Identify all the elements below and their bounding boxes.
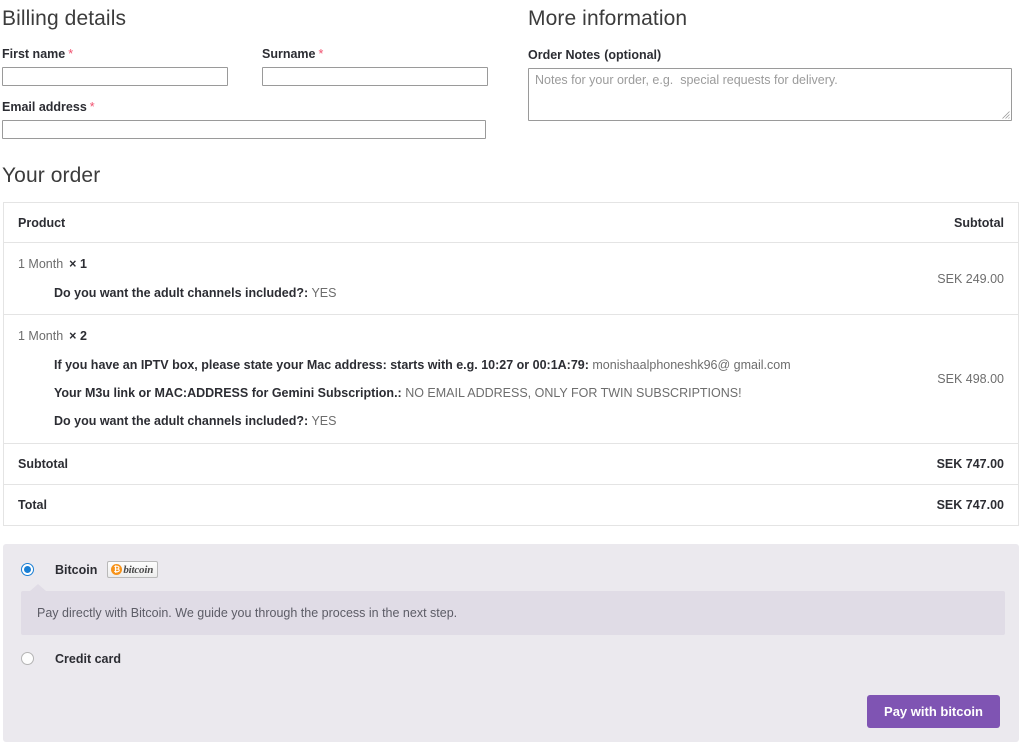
surname-input[interactable]	[262, 67, 488, 87]
order-item-meta: Do you want the adult channels included?…	[54, 285, 826, 301]
surname-field-group: Surname *	[262, 47, 488, 87]
first-name-label-text: First name	[2, 47, 66, 62]
more-information-heading: More information	[528, 7, 688, 30]
order-item-subtotal: SEK 498.00	[840, 314, 1019, 444]
order-item-meta: If you have an IPTV box, please state yo…	[54, 357, 826, 373]
order-notes-label-text: Order Notes	[528, 48, 601, 63]
order-notes-field-group: Order Notes (optional)	[528, 48, 1012, 122]
pay-with-bitcoin-button[interactable]: Pay with bitcoin	[867, 694, 1000, 728]
order-table-body: 1 Month × 1 Do you want the adult channel…	[3, 242, 1019, 525]
payment-method-description-bitcoin: Pay directly with Bitcoin. We guide you …	[21, 583, 1005, 635]
your-order-section: Your order	[2, 163, 1024, 188]
email-label: Email address *	[2, 100, 520, 115]
checkout-page: Billing details First name * Surname * E…	[0, 0, 1024, 742]
required-asterisk: *	[89, 100, 95, 115]
top-section: Billing details First name * Surname * E…	[0, 0, 1024, 140]
order-subtotal-label: Subtotal	[3, 443, 840, 485]
order-item-quantity: × 1	[69, 257, 87, 272]
first-name-input[interactable]	[2, 67, 228, 87]
order-total-row: Total SEK 747.00	[4, 484, 1019, 525]
order-subtotal-row: Subtotal SEK 747.00	[3, 443, 1019, 485]
payment-method-label-credit-card: Credit card	[55, 651, 121, 666]
order-notes-optional-tag: (optional)	[604, 48, 662, 63]
order-item-subtotal: SEK 249.00	[840, 242, 1019, 316]
order-item-product-cell: 1 Month × 1 Do you want the adult channel…	[3, 242, 840, 316]
order-item-meta: Your M3u link or MAC:ADDRESS for Gemini …	[54, 385, 826, 401]
order-notes-textarea[interactable]	[528, 68, 1012, 122]
order-table-header-row: Product Subtotal	[3, 202, 1019, 244]
order-item-meta-list: If you have an IPTV box, please state yo…	[18, 357, 826, 430]
surname-label-text: Surname	[262, 47, 316, 62]
description-arrow	[30, 583, 46, 591]
billing-details-column: Billing details First name * Surname * E…	[0, 0, 520, 140]
radio-bitcoin[interactable]	[21, 563, 34, 577]
payment-method-label-bitcoin: Bitcoin	[55, 562, 98, 577]
order-item-meta-key: Do you want the adult channels included?…	[54, 286, 309, 300]
surname-label: Surname *	[262, 47, 488, 62]
email-label-text: Email address	[2, 100, 87, 115]
order-table-head: Product Subtotal	[3, 202, 1019, 244]
required-asterisk: *	[318, 47, 324, 62]
order-subtotal-value: SEK 747.00	[840, 443, 1019, 485]
column-header-subtotal: Subtotal	[840, 202, 1019, 244]
order-total-label: Total	[18, 497, 47, 512]
bitcoin-coin-icon: ₿	[111, 564, 123, 576]
order-total-value: SEK 747.00	[936, 497, 1004, 512]
payment-method-credit-card[interactable]: Credit card	[17, 649, 1005, 669]
payment-method-bitcoin[interactable]: Bitcoin ₿ bitcoin	[17, 560, 1005, 580]
first-name-field-group: First name *	[2, 47, 228, 87]
order-notes-label: Order Notes (optional)	[528, 48, 1012, 63]
email-field-group: Email address *	[2, 100, 520, 140]
bitcoin-logo-badge: ₿ bitcoin	[107, 561, 159, 579]
order-item-meta-key: Your M3u link or MAC:ADDRESS for Gemini …	[54, 386, 402, 401]
table-row: 1 Month × 1 Do you want the adult channel…	[3, 242, 1019, 316]
order-item-meta-value: YES	[311, 286, 337, 300]
order-notes-wrapper	[528, 68, 1012, 122]
table-row: 1 Month × 2 If you have an IPTV box, plea…	[3, 314, 1019, 444]
email-input[interactable]	[2, 120, 486, 140]
order-item-meta: Do you want the adult channels included?…	[54, 413, 826, 429]
more-information-column: More information Order Notes (optional)	[520, 0, 1024, 139]
column-header-product: Product	[3, 202, 840, 244]
billing-details-heading: Billing details	[2, 7, 127, 30]
name-fields-row: First name * Surname *	[2, 47, 520, 87]
order-item-meta-value: monishaalphoneshk96@ gmail.com	[592, 357, 791, 372]
first-name-label: First name *	[2, 47, 228, 62]
payment-description-text: Pay directly with Bitcoin. We guide you …	[37, 605, 458, 620]
order-item-meta-list: Do you want the adult channels included?…	[18, 285, 826, 301]
place-order-row: Pay with bitcoin	[17, 694, 1005, 728]
order-item-name: 1 Month	[18, 257, 64, 272]
bitcoin-badge-text: bitcoin	[123, 563, 154, 576]
payment-methods-box: Bitcoin ₿ bitcoin Pay directly with Bitc…	[3, 543, 1019, 742]
your-order-heading: Your order	[2, 164, 101, 188]
order-item-meta-value: YES	[311, 414, 337, 429]
order-item-name: 1 Month	[18, 329, 64, 344]
order-review-table: Product Subtotal 1 Month × 1 Do you want …	[3, 202, 1019, 526]
order-item-product-cell: 1 Month × 2 If you have an IPTV box, plea…	[3, 314, 840, 444]
radio-credit-card[interactable]	[21, 652, 34, 666]
order-item-meta-value: NO EMAIL ADDRESS, ONLY FOR TWIN SUBSCRIP…	[405, 386, 742, 401]
required-asterisk: *	[68, 47, 74, 62]
order-item-meta-key: Do you want the adult channels included?…	[54, 414, 309, 429]
order-item-quantity: × 2	[69, 329, 87, 344]
order-item-meta-key: If you have an IPTV box, please state yo…	[54, 357, 589, 372]
